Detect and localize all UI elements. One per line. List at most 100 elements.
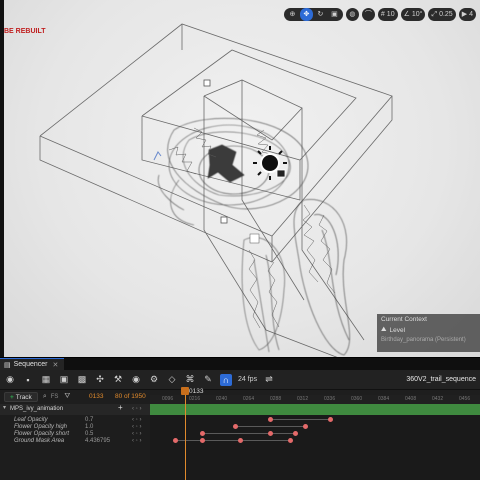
level-icon: ⛰: [381, 326, 387, 333]
key-nav-icon[interactable]: ‹ ◦ ›: [132, 424, 141, 430]
fps-selector[interactable]: 24 fps: [238, 376, 257, 383]
key-curve-line: [202, 433, 295, 434]
world-icon[interactable]: ◉: [4, 374, 16, 386]
ruler-tick-label: 0336: [324, 396, 336, 402]
render-movie-icon[interactable]: ▣: [58, 374, 70, 386]
transform-key-icon[interactable]: ✣: [94, 374, 106, 386]
track-outliner: ▾ MPS_ivy_animation + ‹ ◦ › Leaf Opacity…: [0, 403, 150, 480]
keyframe[interactable]: [293, 431, 298, 436]
brush-icon[interactable]: ✎: [202, 374, 214, 386]
key-curve-line: [270, 419, 330, 420]
ruler-tick-label: 0096: [162, 396, 174, 402]
fs-label: FS: [50, 394, 59, 400]
level-viewport[interactable]: BE REBUILT ⊕ ✥ ↻ ▣ ◍ ⌒ # 10 ∠ 10° ⤢ 0.25…: [0, 0, 480, 357]
find-in-content-icon[interactable]: ▦: [40, 374, 52, 386]
tab-sequencer[interactable]: ▤ Sequencer ✕: [0, 358, 65, 370]
select-mode-button[interactable]: ⊕: [286, 8, 299, 21]
grid-snap-button[interactable]: # 10: [377, 8, 398, 21]
track-value[interactable]: 1.0: [85, 424, 93, 430]
ruler-tick-label: 0216: [189, 396, 201, 402]
transform-mode-group: ⊕ ✥ ↻ ▣: [283, 8, 343, 21]
scale-snap-button[interactable]: ⤢ 0.25: [428, 8, 456, 21]
key-nav-icon[interactable]: ‹ ◦ ›: [132, 431, 141, 437]
camera-speed-button[interactable]: ▶ 4: [458, 8, 476, 21]
track-label: Ground Mask Area: [14, 438, 65, 444]
keyframe[interactable]: [233, 424, 238, 429]
close-icon[interactable]: ✕: [52, 361, 58, 369]
rotate-mode-button[interactable]: ↻: [314, 8, 327, 21]
ruler-tick-label: 0408: [405, 396, 417, 402]
angle-icon: ∠: [403, 11, 410, 18]
track-value[interactable]: 0.7: [85, 417, 93, 423]
keyframe[interactable]: [288, 438, 293, 443]
keyframe[interactable]: [268, 417, 273, 422]
keyframe[interactable]: [200, 438, 205, 443]
sequencer-toolbar: ◉ ▪ ▦ ▣ ▩ ✣ ⚒ ◉ ⚙ ◇ ⌘ ✎ ∩ 24 fps ⇌ 360V2…: [0, 370, 480, 390]
ruler-tick-label: 0432: [432, 396, 444, 402]
context-level-name: Birthday_panorama (Persistent): [381, 337, 466, 343]
track-label: Flower Opacity short: [14, 431, 70, 437]
sequence-name[interactable]: 360V2_trail_sequence: [406, 376, 476, 383]
add-icon[interactable]: +: [118, 403, 123, 412]
main-track-row[interactable]: ▾ MPS_ivy_animation + ‹ ◦ ›: [0, 403, 150, 415]
plus-icon: +: [10, 393, 14, 401]
key-nav-icon[interactable]: ‹ ◦ ›: [132, 417, 141, 423]
key-nav-icon[interactable]: ‹ ◦ ›: [132, 438, 141, 444]
translate-mode-button[interactable]: ✥: [299, 8, 313, 21]
key-nav-icon[interactable]: ‹ ◦ ›: [132, 406, 141, 412]
timeline-area[interactable]: [150, 404, 480, 480]
track-value[interactable]: 4.436795: [85, 438, 110, 444]
search-icon[interactable]: ⌕: [43, 393, 47, 401]
ruler-tick-label: 0456: [459, 396, 471, 402]
sequencer-panel: ▤ Sequencer ✕ ◉ ▪ ▦ ▣ ▩ ✣ ⚒ ◉ ⚙ ◇ ⌘ ✎ ∩ …: [0, 357, 480, 480]
clapper-icon[interactable]: ▩: [76, 374, 88, 386]
ruler-tick-label: 0384: [378, 396, 390, 402]
collapse-arrow-icon[interactable]: ▾: [3, 404, 6, 411]
main-track-label: MPS_ivy_animation: [10, 406, 64, 412]
scale-mode-button[interactable]: ▣: [328, 8, 341, 21]
actor-icon: [220, 216, 228, 224]
track-label: Flower Opacity high: [14, 424, 68, 430]
ruler-tick-label: 0288: [270, 396, 282, 402]
add-track-button[interactable]: + Track: [4, 392, 38, 402]
animation-section-bar[interactable]: [150, 404, 480, 415]
view-options-icon[interactable]: ◉: [130, 374, 142, 386]
timeline-ruler[interactable]: 0096 0216 0240 0264 0288 0312 0336 0360 0384 0408…: [150, 395, 480, 404]
curve-editor-icon[interactable]: ⌘: [184, 374, 196, 386]
key-curve-line: [175, 440, 290, 441]
world-space-button[interactable]: ◍: [345, 8, 359, 21]
keyframe[interactable]: [200, 431, 205, 436]
playhead-handle[interactable]: [181, 387, 189, 395]
playback-options-icon[interactable]: ⚙: [148, 374, 160, 386]
ruler-tick-label: 0264: [243, 396, 255, 402]
context-title: Current Context: [381, 316, 427, 323]
sequencer-tabbar: ▤ Sequencer ✕: [0, 358, 480, 370]
rebuild-warning: BE REBUILT: [4, 28, 46, 35]
tools-icon[interactable]: ⚒: [112, 374, 124, 386]
playhead-frame-label: 0133: [189, 388, 204, 395]
frame-count-label: 80 of 1950: [115, 393, 146, 400]
current-frame-field[interactable]: 0133: [89, 393, 103, 400]
rotation-snap-button[interactable]: ∠ 10°: [400, 8, 426, 21]
keyframe[interactable]: [238, 438, 243, 443]
track-value[interactable]: 0.5: [85, 431, 93, 437]
track-row[interactable]: Flower Opacity high 1.0 ‹ ◦ ›: [0, 424, 150, 431]
track-row[interactable]: Ground Mask Area 4.436795 ‹ ◦ ›: [0, 438, 150, 445]
save-icon[interactable]: ▪: [22, 374, 34, 386]
keyframe[interactable]: [328, 417, 333, 422]
snap-icon[interactable]: ∩: [220, 373, 232, 386]
playback-range-icon[interactable]: ⇌: [263, 374, 275, 386]
ruler-tick-label: 0312: [297, 396, 309, 402]
track-row[interactable]: Leaf Opacity 0.7 ‹ ◦ ›: [0, 417, 150, 424]
playhead-line: [185, 395, 186, 480]
grid-icon: #: [380, 11, 385, 18]
key-options-icon[interactable]: ◇: [166, 374, 178, 386]
filter-icon[interactable]: ⛛: [64, 393, 70, 401]
keyframe[interactable]: [173, 438, 178, 443]
keyframe[interactable]: [268, 431, 273, 436]
context-level-row[interactable]: ⛰ Level: [381, 326, 480, 334]
ruler-tick-label: 0360: [351, 396, 363, 402]
keyframe[interactable]: [303, 424, 308, 429]
track-row[interactable]: Flower Opacity short 0.5 ‹ ◦ ›: [0, 431, 150, 438]
surface-snap-button[interactable]: ⌒: [361, 8, 375, 21]
